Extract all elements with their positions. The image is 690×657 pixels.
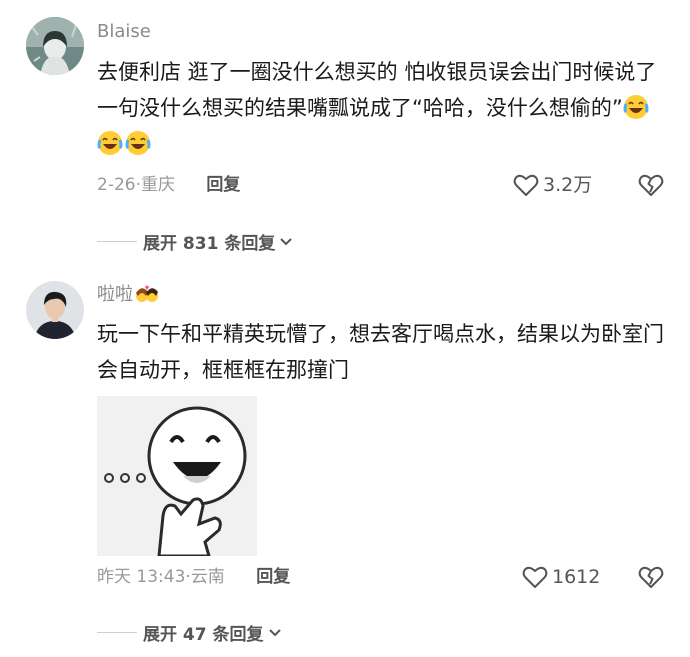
- laughing-crying-emoji-icon: [623, 95, 649, 119]
- heart-icon: [513, 174, 539, 196]
- divider-line: [97, 241, 137, 242]
- laughing-crying-emoji-icon: [125, 131, 151, 155]
- like-button[interactable]: 3.2万: [513, 173, 592, 197]
- comment-meta: 昨天 13:43·云南 回复: [97, 565, 290, 589]
- smiling-face-sticker-icon: [97, 396, 257, 556]
- username[interactable]: Blaise: [97, 20, 151, 44]
- comment-sticker-image[interactable]: [97, 396, 257, 556]
- reply-button[interactable]: 回复: [206, 175, 240, 195]
- like-button[interactable]: 1612: [522, 565, 600, 589]
- expand-replies-label: 展开 831 条回复: [143, 234, 276, 254]
- like-count: 3.2万: [543, 174, 593, 196]
- comment-text: 去便利店 逛了一圈没什么想买的 怕收银员误会出门时候说了一句没什么想买的结果嘴瓢…: [97, 54, 677, 162]
- expand-replies-button[interactable]: 展开 47 条回复: [97, 620, 283, 645]
- divider-line: [97, 632, 137, 633]
- chevron-down-icon: [268, 628, 281, 636]
- couple-kiss-emoji-icon: [136, 285, 158, 302]
- comment-location: 重庆: [141, 175, 175, 195]
- username-text: 啦啦: [97, 284, 133, 305]
- dislike-button[interactable]: [638, 173, 664, 201]
- comment-date: 昨天 13:43: [97, 567, 186, 587]
- avatar[interactable]: [26, 17, 84, 75]
- like-count: 1612: [552, 566, 601, 588]
- avatar[interactable]: [26, 281, 84, 339]
- avatar-image: [26, 281, 84, 339]
- reply-button[interactable]: 回复: [256, 567, 290, 587]
- laughing-crying-emoji-icon: [97, 131, 123, 155]
- avatar-image: [26, 17, 84, 75]
- comment-date: 2-26: [97, 175, 136, 195]
- broken-heart-icon: [638, 566, 664, 588]
- heart-icon: [522, 566, 548, 588]
- comment-meta: 2-26·重庆 回复: [97, 173, 240, 197]
- broken-heart-icon: [638, 174, 664, 196]
- expand-replies-label: 展开 47 条回复: [143, 625, 264, 645]
- dislike-button[interactable]: [638, 565, 664, 593]
- expand-replies-button[interactable]: 展开 831 条回复: [97, 229, 294, 254]
- username[interactable]: 啦啦: [97, 283, 159, 307]
- comment-location: 云南: [190, 567, 225, 587]
- comment-text-content: 去便利店 逛了一圈没什么想买的 怕收银员误会出门时候说了一句没什么想买的结果嘴瓢…: [97, 60, 657, 120]
- chevron-down-icon: [280, 237, 293, 245]
- comment-text: 玩一下午和平精英玩懵了，想去客厅喝点水，结果以为卧室门会自动开，框框框在那撞门: [97, 322, 664, 382]
